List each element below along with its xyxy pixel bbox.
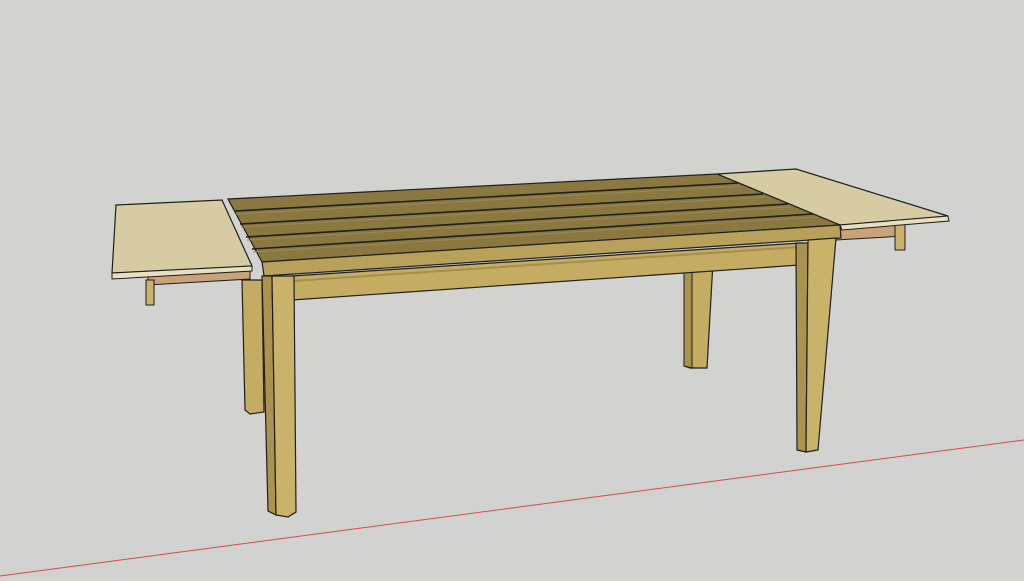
front-left-leg[interactable]	[271, 275, 297, 518]
left-extension-leaf-top[interactable]	[111, 199, 253, 274]
table-model[interactable]	[111, 168, 950, 518]
red-axis-line	[0, 439, 1024, 577]
scene-canvas[interactable]	[0, 0, 1024, 581]
modeling-viewport[interactable]	[0, 0, 1024, 581]
back-left-leg[interactable]	[241, 279, 265, 415]
right-leaf-runner-post	[894, 223, 906, 251]
front-right-leg[interactable]	[805, 237, 837, 453]
back-right-leg-side	[683, 261, 693, 369]
left-leaf-runner-post	[145, 279, 155, 306]
